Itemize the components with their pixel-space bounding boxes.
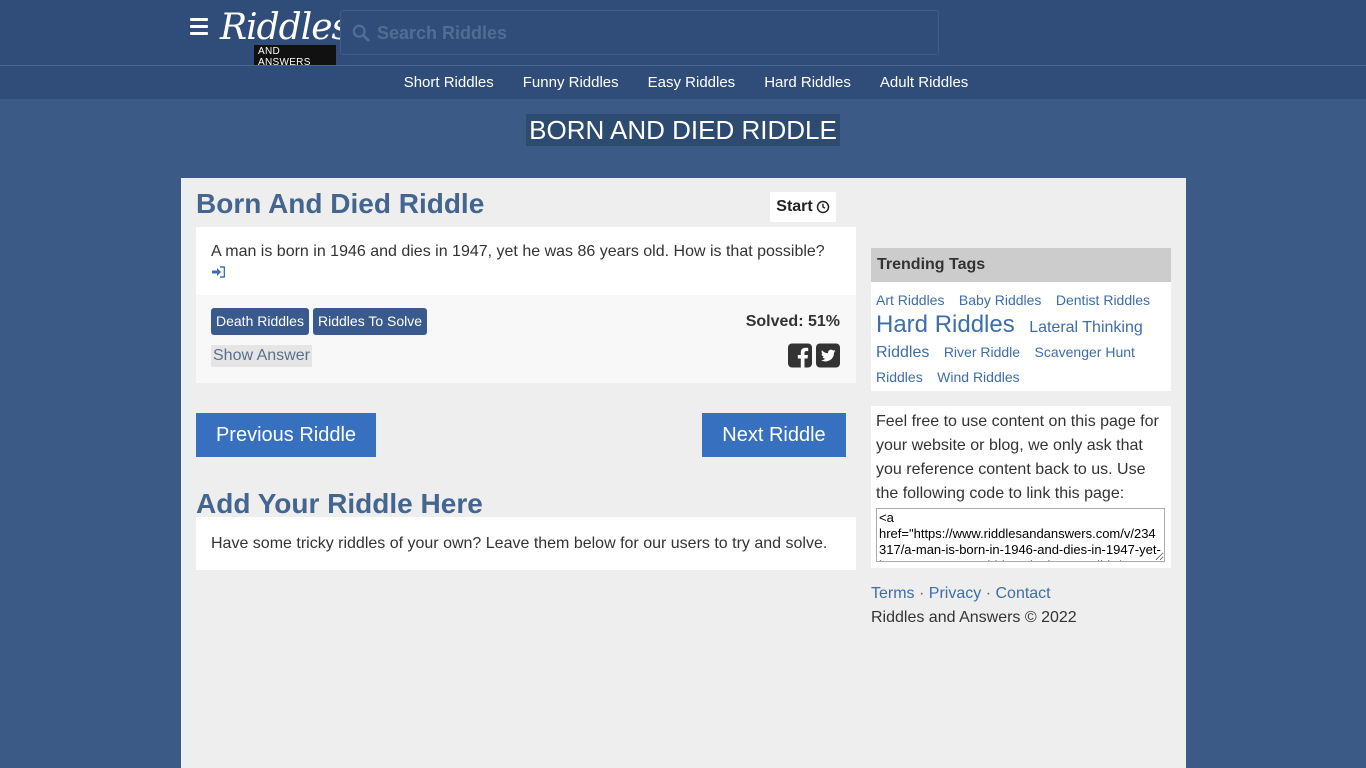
solved-percentage: Solved: 51% [745,313,840,330]
tag-link[interactable]: Hard Riddles [876,311,1015,338]
trending-tags-list: Art Riddles Baby Riddles Dentist Riddles… [871,282,1171,390]
next-riddle-button[interactable]: Next Riddle [702,413,846,457]
riddle-footer: Death Riddles Riddles To Solve Solved: 5… [196,295,856,383]
link-code-textarea[interactable] [876,508,1165,562]
nav-adult-riddles[interactable]: Adult Riddles [880,74,968,91]
twitter-icon[interactable] [816,343,840,368]
tag-link[interactable]: River Riddle [944,344,1020,360]
add-riddle-title: Add Your Riddle Here [196,488,483,519]
tag-death-riddles[interactable]: Death Riddles [211,308,309,335]
copyright: Riddles and Answers © 2022 [871,609,1077,626]
logo-script: Riddles [220,7,350,48]
riddle-question: A man is born in 1946 and dies in 1947, … [211,242,841,282]
tag-link[interactable]: Baby Riddles [959,292,1042,308]
footer-separator: · [985,585,992,602]
link-to-page-box: Feel free to use content on this page fo… [871,406,1171,568]
start-timer-button[interactable]: Start [770,192,836,222]
main-content: Born And Died Riddle Start A man is born… [181,178,1186,768]
category-nav: Short Riddles Funny Riddles Easy Riddles… [0,65,1366,99]
hamburger-menu-icon[interactable] [190,18,210,38]
tag-riddles-to-solve[interactable]: Riddles To Solve [313,308,428,335]
add-riddle-card: Have some tricky riddles of your own? Le… [196,517,856,570]
trending-tags-box: Trending Tags Art Riddles Baby Riddles D… [871,248,1171,391]
page-banner: BORN AND DIED RIDDLE [0,114,1366,146]
tag-link[interactable]: Dentist Riddles [1056,292,1150,308]
footer-links: Terms · Privacy · Contact [871,585,1051,603]
sign-in-arrow-icon[interactable] [211,265,226,278]
nav-hard-riddles[interactable]: Hard Riddles [764,74,851,91]
trending-tags-title: Trending Tags [871,248,1171,282]
clock-icon [816,200,829,214]
add-riddle-text: Have some tricky riddles of your own? Le… [211,535,828,552]
start-label: Start [776,198,813,215]
tag-link[interactable]: Art Riddles [876,292,944,308]
footer-separator: · [919,585,925,602]
nav-easy-riddles[interactable]: Easy Riddles [648,74,736,91]
top-header: Riddles AND ANSWERS [0,0,1366,69]
site-logo[interactable]: Riddles AND ANSWERS [220,10,350,69]
riddle-card: A man is born in 1946 and dies in 1947, … [196,227,856,383]
link-instructions: Feel free to use content on this page fo… [876,413,1159,502]
riddle-question-text: A man is born in 1946 and dies in 1947, … [211,243,825,260]
nav-short-riddles[interactable]: Short Riddles [404,74,494,91]
nav-funny-riddles[interactable]: Funny Riddles [523,74,619,91]
social-share [788,343,840,368]
show-answer-button[interactable]: Show Answer [211,345,312,367]
contact-link[interactable]: Contact [995,585,1050,602]
previous-riddle-button[interactable]: Previous Riddle [196,413,376,457]
page-banner-title: BORN AND DIED RIDDLE [526,114,840,146]
facebook-icon[interactable] [788,343,812,368]
search-icon [352,24,370,42]
tag-link[interactable]: Wind Riddles [937,369,1019,385]
search-input[interactable] [377,17,927,49]
riddle-title: Born And Died Riddle [196,188,485,219]
search-box [340,10,939,55]
terms-link[interactable]: Terms [871,585,915,602]
privacy-link[interactable]: Privacy [929,585,981,602]
